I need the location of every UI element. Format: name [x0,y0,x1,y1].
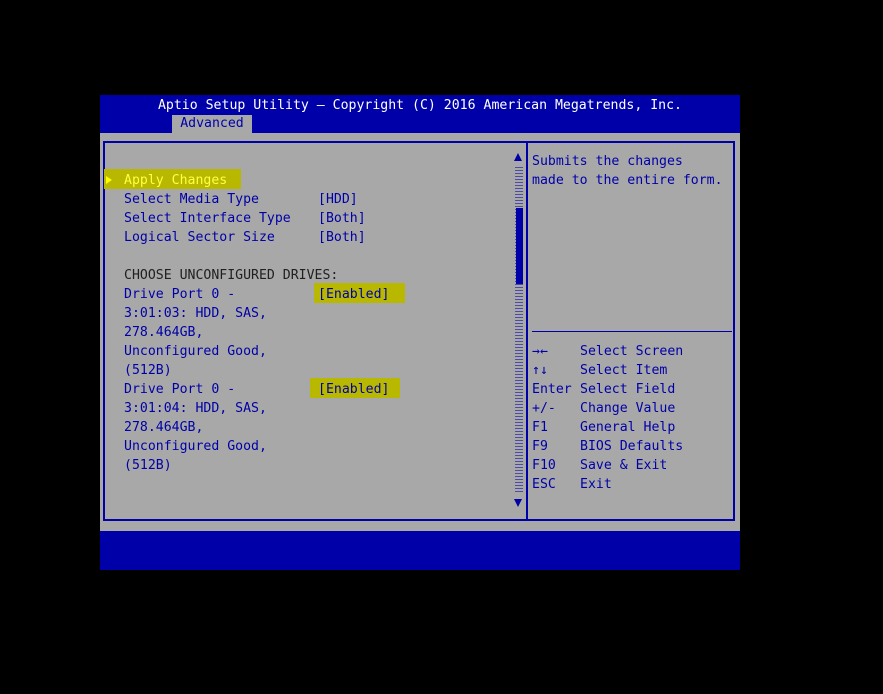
app-title: Aptio Setup Utility – Copyright (C) 2016… [157,98,682,113]
key-f10: F10 [532,458,556,473]
logical-sector-size-value[interactable]: [Both] [318,228,366,247]
drive-1-line-1[interactable]: Drive Port 0 - [124,285,235,304]
key-plus-minus-desc: Change Value [580,401,676,416]
bios-setup-window: Aptio Setup Utility – Copyright (C) 2016… [100,95,740,570]
drive-2-line-2: 3:01:04: HDD, SAS, [124,401,267,416]
drive-1-line-4: Unconfigured Good, [124,344,267,359]
key-enter-desc: Select Field [580,382,676,397]
key-esc-desc: Exit [580,477,612,492]
scrollbar-thumb[interactable] [516,208,523,284]
key-enter: Enter [532,382,572,397]
scroll-up-arrow-icon[interactable] [514,153,522,161]
drive-2-line-4: Unconfigured Good, [124,439,267,454]
select-interface-type-value[interactable]: [Both] [318,209,366,228]
drive-1-line-2: 3:01:03: HDD, SAS, [124,306,267,321]
drive-2-line-1[interactable]: Drive Port 0 - [124,380,235,399]
key-select-screen-desc: Select Screen [580,344,684,359]
key-f1: F1 [532,420,548,435]
help-separator [532,331,732,332]
drive-2-value[interactable]: [Enabled] [318,380,389,399]
scroll-down-arrow-icon[interactable] [514,499,522,507]
key-f9-desc: BIOS Defaults [580,439,684,454]
help-text-line-1: Submits the changes [532,154,683,169]
key-esc: ESC [532,477,556,492]
select-interface-type-label[interactable]: Select Interface Type [124,209,291,228]
section-heading: CHOOSE UNCONFIGURED DRIVES: [124,268,339,283]
drive-2-line-5: (512B) [124,458,172,473]
key-f1-desc: General Help [580,420,676,435]
logical-sector-size-label[interactable]: Logical Sector Size [124,228,275,247]
tab-advanced[interactable]: Advanced [172,115,252,133]
key-select-item: ↑↓ [532,363,548,378]
drive-1-line-5: (512B) [124,363,172,378]
panel-divider [526,141,528,521]
key-select-screen: →← [532,344,548,359]
select-media-type-value[interactable]: [HDD] [318,190,358,209]
apply-changes-item[interactable]: Apply Changes [124,171,227,190]
key-f9: F9 [532,439,548,454]
key-f10-desc: Save & Exit [580,458,668,473]
select-media-type-label[interactable]: Select Media Type [124,190,259,209]
key-plus-minus: +/- [532,401,556,416]
header-bar: Aptio Setup Utility – Copyright (C) 2016… [100,95,740,133]
drive-1-line-3: 278.464GB, [124,325,204,340]
help-text-line-2: made to the entire form. [532,173,723,188]
key-select-item-desc: Select Item [580,363,668,378]
drive-1-value[interactable]: [Enabled] [318,285,389,304]
drive-2-line-3: 278.464GB, [124,420,204,435]
selection-arrow-icon [106,176,112,184]
footer-bar [100,531,740,570]
